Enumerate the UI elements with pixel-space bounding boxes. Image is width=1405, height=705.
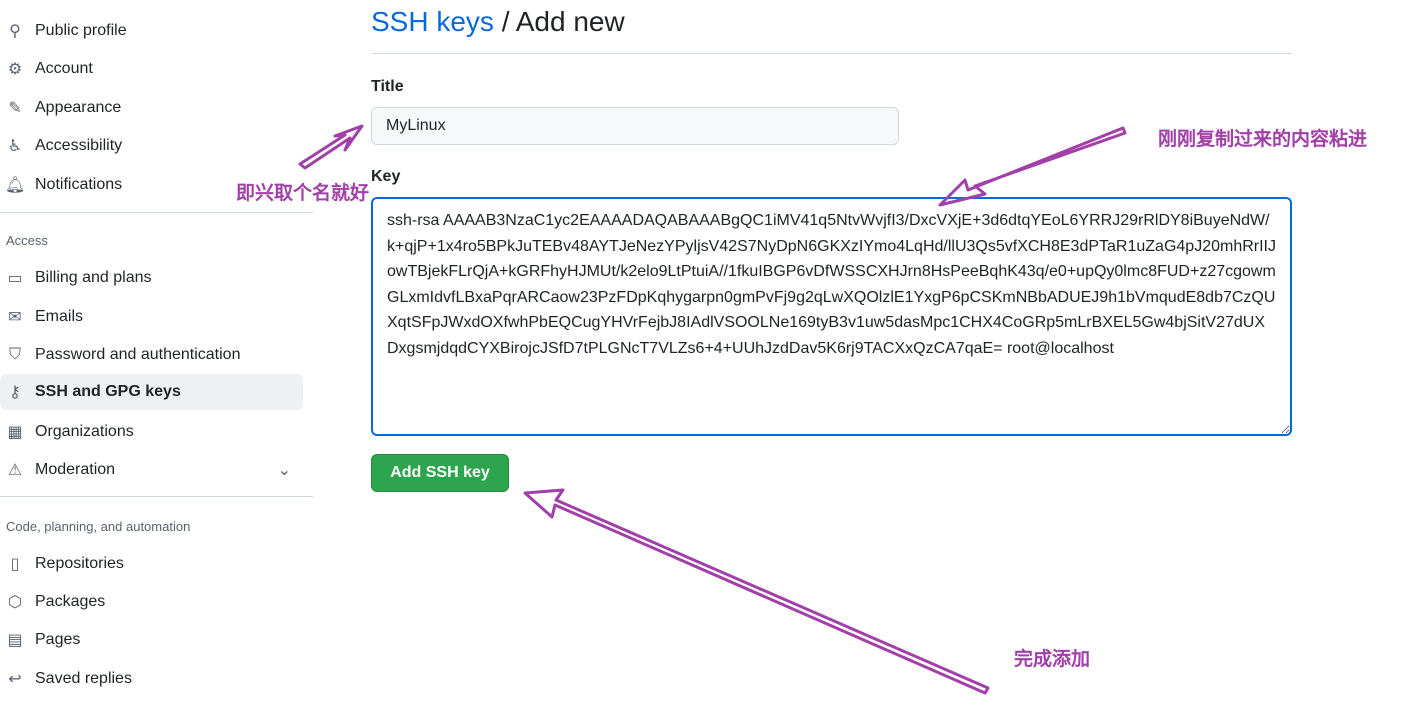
paintbrush-icon: ✎	[8, 100, 22, 117]
sidebar-item-billing-and-plans[interactable]: ▭ Billing and plans	[0, 260, 303, 296]
sidebar-item-label: Appearance	[35, 99, 122, 116]
title-label: Title	[371, 78, 404, 95]
sidebar-item-label: SSH and GPG keys	[35, 383, 181, 400]
repo-icon: ▯	[10, 556, 20, 573]
sidebar-item-appearance[interactable]: ✎ Appearance	[0, 90, 303, 126]
chevron-down-icon[interactable]: ⌄	[278, 460, 291, 480]
sidebar-item-saved-replies[interactable]: ↩ Saved replies	[0, 661, 303, 697]
sidebar-item-repositories[interactable]: ▯ Repositories	[0, 546, 303, 582]
person-icon: ⚲	[9, 23, 21, 40]
reply-icon: ↩	[8, 671, 22, 688]
annotation-key-note: 刚刚复制过来的内容粘进	[1158, 129, 1368, 150]
sidebar-item-pages[interactable]: ▤ Pages	[0, 622, 303, 658]
report-icon: ⚠	[7, 462, 23, 479]
breadcrumb-ssh-keys-link[interactable]: SSH keys	[371, 6, 494, 37]
credit-card-icon: ▭	[7, 270, 23, 287]
sidebar-item-account[interactable]: ⚙ Account	[0, 51, 303, 87]
sidebar-item-label: Password and authentication	[35, 346, 241, 363]
sidebar-item-label: Notifications	[35, 176, 123, 193]
annotation-button-note: 完成添加	[1014, 649, 1091, 670]
sidebar-item-label: Organizations	[35, 423, 134, 440]
sidebar-item-public-profile[interactable]: ⚲ Public profile	[0, 13, 303, 49]
shield-icon: ⛉	[8, 346, 21, 363]
sidebar-item-packages[interactable]: ⬡ Packages	[0, 584, 303, 620]
arrow-to-button	[523, 488, 990, 695]
sidebar-item-accessibility[interactable]: ♿ Accessibility	[0, 128, 303, 164]
annotation-title-note: 即兴取个名就好	[236, 183, 370, 204]
browser-icon: ▤	[7, 632, 23, 649]
breadcrumb-separator: /	[493, 6, 516, 37]
section-heading-access: Access	[6, 233, 48, 248]
organization-icon: ▦	[7, 424, 23, 441]
title-input[interactable]	[371, 107, 899, 145]
sidebar-item-label: Repositories	[35, 555, 124, 572]
sidebar-item-emails[interactable]: ✉ Emails	[0, 299, 303, 335]
breadcrumb-current: Add new	[515, 6, 625, 37]
divider	[0, 496, 313, 497]
key-label: Key	[371, 168, 401, 185]
package-icon: ⬡	[8, 594, 22, 611]
sidebar-item-label: Packages	[35, 593, 106, 610]
sidebar-item-label: Account	[35, 60, 93, 77]
sidebar-item-label: Emails	[35, 308, 84, 325]
arrow-to-key	[938, 126, 1127, 207]
sidebar-item-label: Accessibility	[35, 137, 123, 154]
sidebar-item-label: Pages	[35, 631, 81, 648]
sidebar-item-moderation[interactable]: ⚠ Moderation ⌄	[0, 452, 303, 488]
sidebar-item-label: Billing and plans	[35, 269, 152, 286]
sidebar-item-label: Moderation	[35, 461, 116, 478]
sidebar-item-label: Saved replies	[35, 670, 132, 687]
arrow-to-title	[298, 124, 364, 170]
divider	[0, 212, 313, 213]
sidebar-item-organizations[interactable]: ▦ Organizations	[0, 414, 303, 450]
key-textarea[interactable]: ssh-rsa AAAAB3NzaC1yc2EAAAADAQABAAABgQC1…	[371, 197, 1292, 436]
add-ssh-key-button[interactable]: Add SSH key	[371, 454, 509, 492]
bell-icon: 🔔︎	[4, 177, 26, 194]
gear-icon: ⚙	[7, 61, 23, 78]
accessibility-icon: ♿	[7, 138, 23, 155]
divider	[371, 53, 1292, 54]
section-heading-code: Code, planning, and automation	[6, 519, 191, 534]
key-icon: ⚷	[9, 384, 21, 401]
sidebar-item-label: Public profile	[35, 22, 127, 39]
mail-icon: ✉	[8, 309, 22, 326]
sidebar-item-ssh-and-gpg-keys[interactable]: ⚷ SSH and GPG keys	[0, 374, 303, 410]
page-title: SSH keys / Add new	[371, 6, 625, 38]
sidebar-item-password-and-authentication[interactable]: ⛉ Password and authentication	[0, 337, 303, 373]
